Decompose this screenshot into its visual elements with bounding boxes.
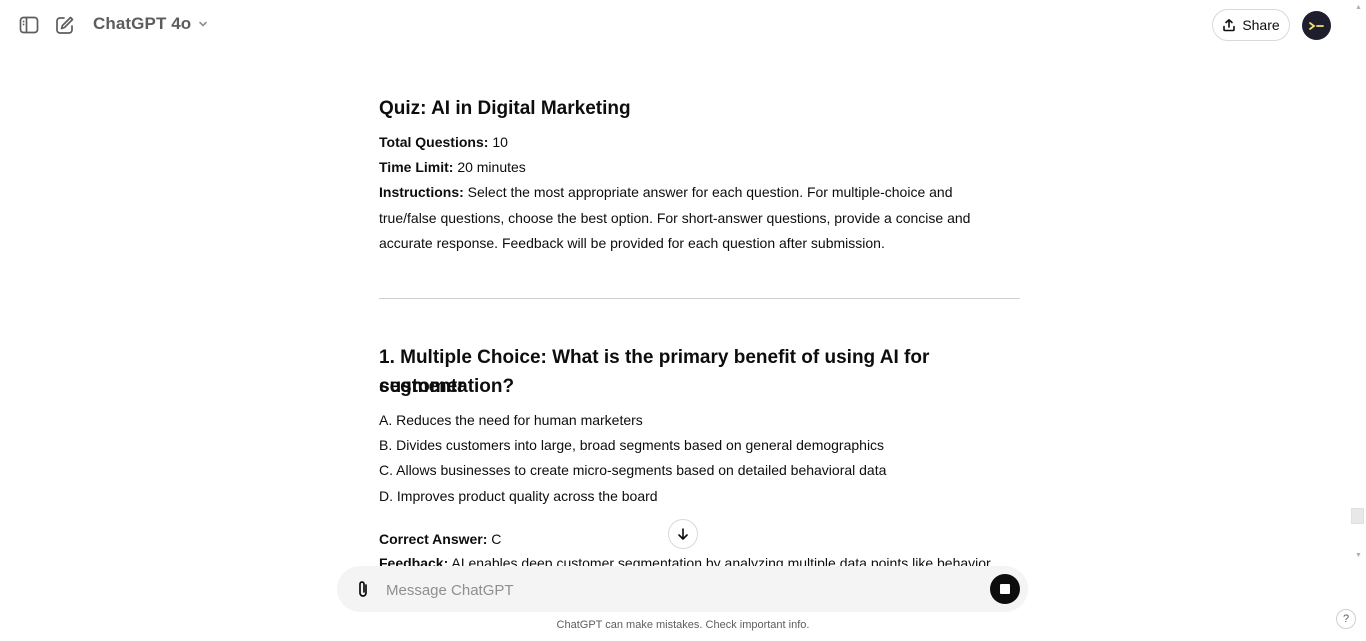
share-button[interactable]: Share [1212,9,1290,41]
option-c: C. Allows businesses to create micro-seg… [379,462,887,478]
help-button[interactable]: ? [1336,609,1356,629]
stop-icon [1000,584,1010,594]
feedback-clipped: Feedback: AI enables deep customer segme… [379,552,1020,566]
total-questions-line: Total Questions: 10 [379,130,508,156]
scroll-up-arrow-icon[interactable]: ▲ [1355,4,1362,12]
feedback-label: Feedback: [379,555,449,566]
time-limit-value: 20 minutes [457,159,526,175]
total-questions-value: 10 [492,134,508,150]
scrollbar-thumb[interactable] [1351,508,1364,524]
edit-icon [56,16,74,34]
instructions-paragraph: Instructions: Select the most appropriat… [379,180,999,257]
scroll-to-bottom-button[interactable] [668,519,698,549]
divider [379,298,1020,299]
paperclip-icon [359,581,367,597]
arrow-down-icon [678,528,688,540]
feedback-line: Feedback: AI enables deep customer segme… [379,552,991,566]
terminal-icon [1308,21,1324,30]
stop-generating-button[interactable] [990,574,1020,604]
disclaimer: ChatGPT can make mistakes. Check importa… [556,619,810,631]
message-composer [337,566,1028,612]
sidebar-icon [19,16,39,34]
upload-icon [1223,19,1236,32]
question-heading-cont: segmentation? [379,376,515,397]
share-label: Share [1242,17,1280,33]
attach-button[interactable] [351,577,375,601]
top-bar: ChatGPT 4o Share [0,0,1366,52]
model-selector[interactable]: ChatGPT 4o [93,14,209,34]
toggle-sidebar-button[interactable] [13,9,45,41]
time-limit-label: Time Limit: [379,159,454,175]
scroll-down-arrow-icon[interactable]: ▼ [1355,552,1362,560]
correct-answer-label: Correct Answer: [379,531,488,547]
new-chat-button[interactable] [49,9,81,41]
feedback-text: AI enables deep customer segmentation by… [451,555,991,566]
instructions-label: Instructions: [379,184,464,200]
message-input[interactable] [384,577,978,603]
instructions-text: Select the most appropriate answer for e… [379,184,971,251]
total-questions-label: Total Questions: [379,134,489,150]
option-a: A. Reduces the need for human marketers [379,412,643,428]
chevron-down-icon [199,21,208,27]
correct-answer-value: C [491,531,502,547]
quiz-title: Quiz: AI in Digital Marketing [379,98,631,119]
model-name: ChatGPT 4o [93,14,192,33]
time-limit-line: Time Limit: 20 minutes [379,155,526,181]
avatar[interactable] [1302,11,1331,40]
option-b: B. Divides customers into large, broad s… [379,437,885,453]
option-d: D. Improves product quality across the b… [379,488,658,504]
scrollbar[interactable]: ▲ ▼ [1351,0,1366,566]
